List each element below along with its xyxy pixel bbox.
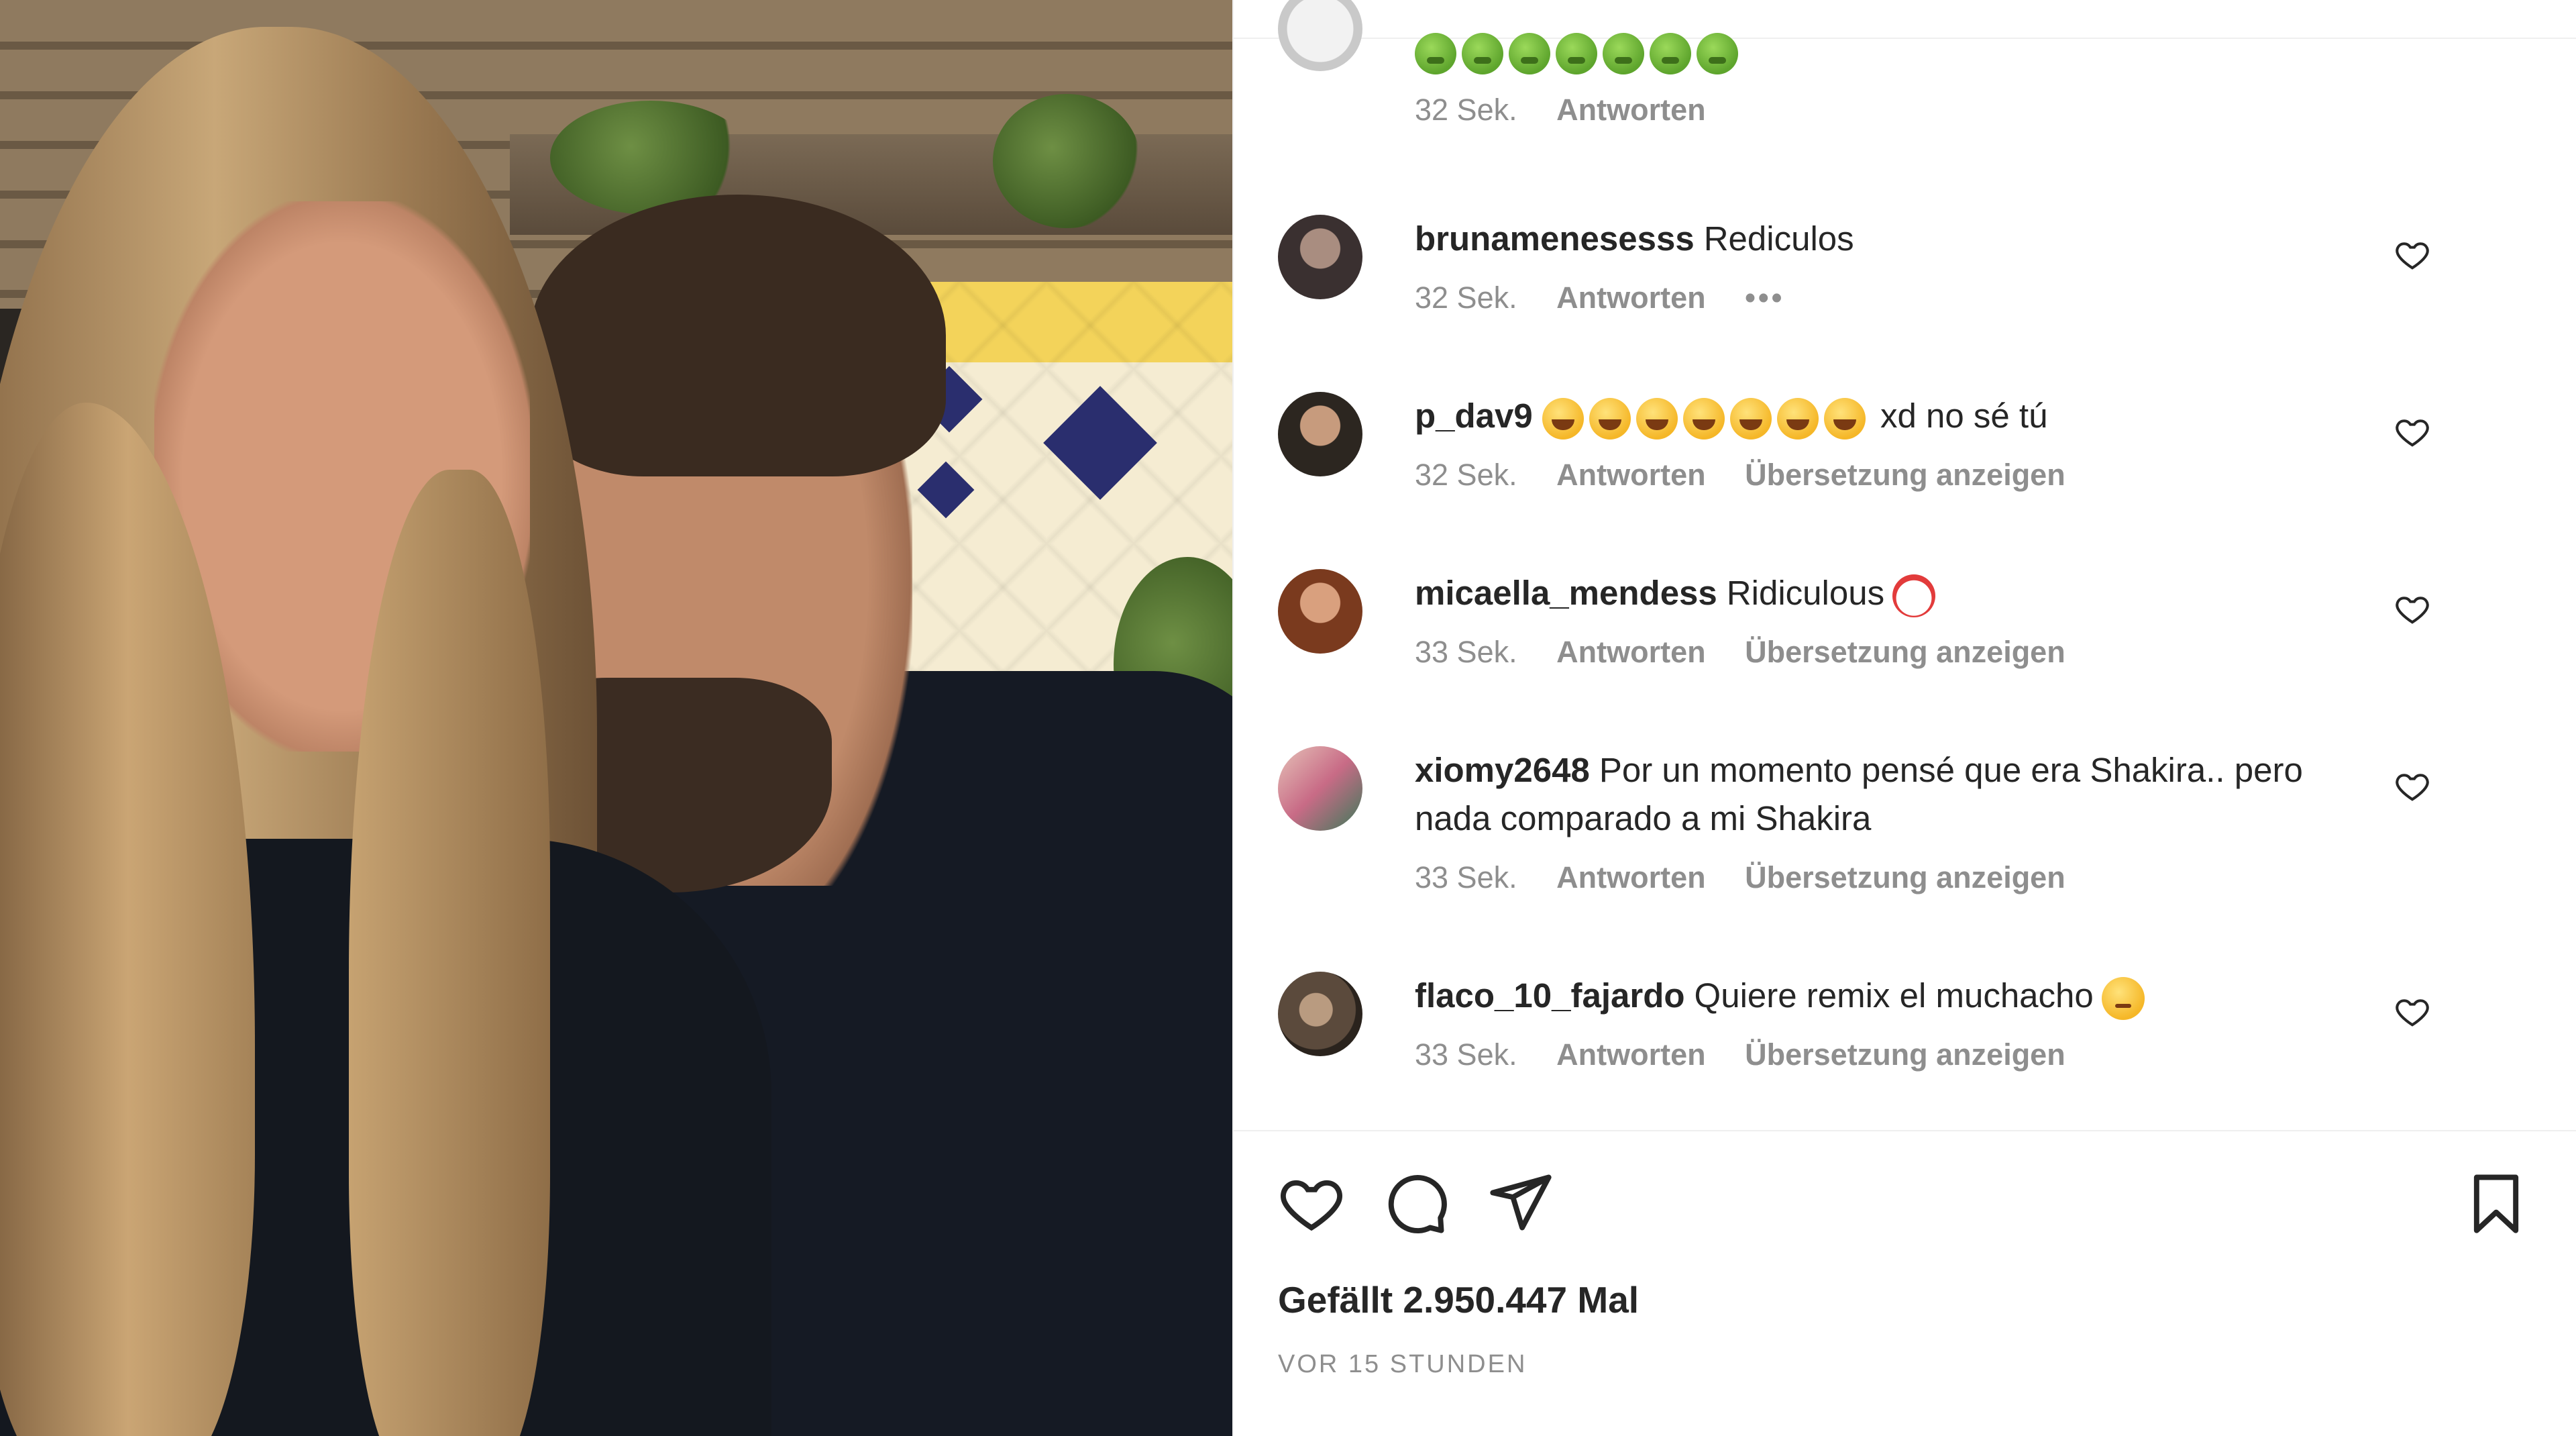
- laughing-emoji: [1729, 397, 1772, 440]
- reply-button[interactable]: Antworten: [1556, 91, 1705, 129]
- heart-icon[interactable]: [1278, 1169, 1345, 1236]
- like-count[interactable]: Gefällt 2.950.447 Mal: [1278, 1278, 1639, 1321]
- comment-time: 32 Sek.: [1415, 458, 1517, 492]
- more-options-button[interactable]: •••: [1745, 279, 1784, 317]
- translate-button[interactable]: Übersetzung anzeigen: [1745, 456, 2065, 494]
- laughing-emoji: [1776, 397, 1819, 440]
- like-comment-heart-icon[interactable]: [2394, 993, 2430, 1029]
- like-comment-heart-icon[interactable]: [2394, 591, 2430, 627]
- comment-icon[interactable]: [1383, 1169, 1450, 1236]
- reply-button[interactable]: Antworten: [1556, 859, 1705, 896]
- translate-button[interactable]: Übersetzung anzeigen: [1745, 859, 2065, 896]
- pensive-emoji: [2101, 976, 2145, 1020]
- reply-button[interactable]: Antworten: [1556, 456, 1705, 494]
- comment-username[interactable]: xiomy2648: [1415, 751, 1590, 789]
- comment-body: Quiere remix el muchacho: [1694, 976, 2094, 1015]
- like-comment-heart-icon[interactable]: [2394, 413, 2430, 450]
- comment-username[interactable]: micaella_mendess: [1415, 574, 1717, 612]
- avatar[interactable]: [1278, 392, 1362, 476]
- nauseated-emoji: [1462, 32, 1503, 74]
- like-comment-heart-icon[interactable]: [2394, 236, 2430, 272]
- bookmark-icon[interactable]: [2463, 1169, 2530, 1236]
- translate-button[interactable]: Übersetzung anzeigen: [1745, 633, 2065, 671]
- comment-text: micaella_mendess Ridiculous: [1415, 569, 2381, 617]
- photo-plant: [993, 94, 1140, 228]
- translate-button[interactable]: Übersetzung anzeigen: [1745, 1036, 2065, 1074]
- post-photo[interactable]: [0, 0, 1232, 1436]
- comment-username[interactable]: p_dav9: [1415, 397, 1533, 435]
- like-comment-heart-icon[interactable]: [2394, 768, 2430, 804]
- share-icon[interactable]: [1487, 1169, 1554, 1236]
- post-timestamp[interactable]: VOR 15 STUNDEN: [1278, 1350, 1527, 1379]
- nauseated-emoji: [1603, 32, 1644, 74]
- comment-meta: 33 Sek. Antworten Übersetzung anzeigen: [1415, 1036, 2381, 1074]
- comment-body: Ridiculous: [1726, 574, 1885, 612]
- actions-divider: [1234, 1130, 2576, 1131]
- avatar[interactable]: [1278, 972, 1362, 1056]
- reply-button[interactable]: Antworten: [1556, 633, 1705, 671]
- nauseated-emoji: [1650, 32, 1691, 74]
- comment-username[interactable]: flaco_10_fajardo: [1415, 976, 1685, 1015]
- reply-button[interactable]: Antworten: [1556, 1036, 1705, 1074]
- comment-body: Rediculos: [1703, 219, 1854, 258]
- comment-time: 32 Sek.: [1415, 93, 1517, 127]
- comment-meta: 32 Sek. Antworten •••: [1415, 279, 2381, 317]
- reply-button[interactable]: Antworten: [1556, 279, 1705, 317]
- comment-meta: 33 Sek. Antworten Übersetzung anzeigen: [1415, 633, 2381, 671]
- laughing-emoji: [1589, 397, 1631, 440]
- avatar[interactable]: [1278, 215, 1362, 299]
- comment-text: flaco_10_fajardo Quiere remix el muchacho: [1415, 972, 2381, 1020]
- comment-time: 33 Sek.: [1415, 635, 1517, 669]
- nauseated-emoji: [1415, 32, 1456, 74]
- comment-body: xd no sé tú: [1880, 397, 2048, 435]
- avatar[interactable]: [1278, 0, 1362, 71]
- comment-meta: 33 Sek. Antworten Übersetzung anzeigen: [1415, 859, 2381, 896]
- laughing-emoji: [1635, 397, 1678, 440]
- photo-woman-hair-right: [349, 470, 550, 1436]
- comment-time: 32 Sek.: [1415, 280, 1517, 315]
- laughing-emoji: [1542, 397, 1584, 440]
- comment-text: [1415, 27, 2381, 75]
- comment-text: xiomy2648 Por un momento pensé que era Sh…: [1415, 746, 2381, 843]
- comments-panel: 32 Sek. Antworten brunamenesesss Rediculo…: [1232, 0, 2576, 1436]
- avatar[interactable]: [1278, 569, 1362, 654]
- comment-time: 33 Sek.: [1415, 1037, 1517, 1072]
- comment-list[interactable]: 32 Sek. Antworten brunamenesesss Rediculo…: [1234, 0, 2576, 1130]
- comment-text: brunamenesesss Rediculos: [1415, 215, 2381, 263]
- laughing-emoji: [1823, 397, 1866, 440]
- instagram-post-view: 32 Sek. Antworten brunamenesesss Rediculo…: [0, 0, 2576, 1436]
- comment-username[interactable]: brunamenesesss: [1415, 219, 1695, 258]
- laughing-emoji: [1682, 397, 1725, 440]
- avatar[interactable]: [1278, 746, 1362, 831]
- photo-man-hair: [530, 195, 946, 476]
- nauseated-emoji: [1556, 32, 1597, 74]
- nauseated-emoji: [1697, 32, 1738, 74]
- comment-meta: 32 Sek. Antworten: [1415, 91, 2381, 129]
- comment-time: 33 Sek.: [1415, 860, 1517, 894]
- comment-meta: 32 Sek. Antworten Übersetzung anzeigen: [1415, 456, 2381, 494]
- clown-emoji: [1892, 574, 1936, 617]
- nauseated-emoji: [1509, 32, 1550, 74]
- comment-text: p_dav9 xd no sé tú: [1415, 392, 2381, 440]
